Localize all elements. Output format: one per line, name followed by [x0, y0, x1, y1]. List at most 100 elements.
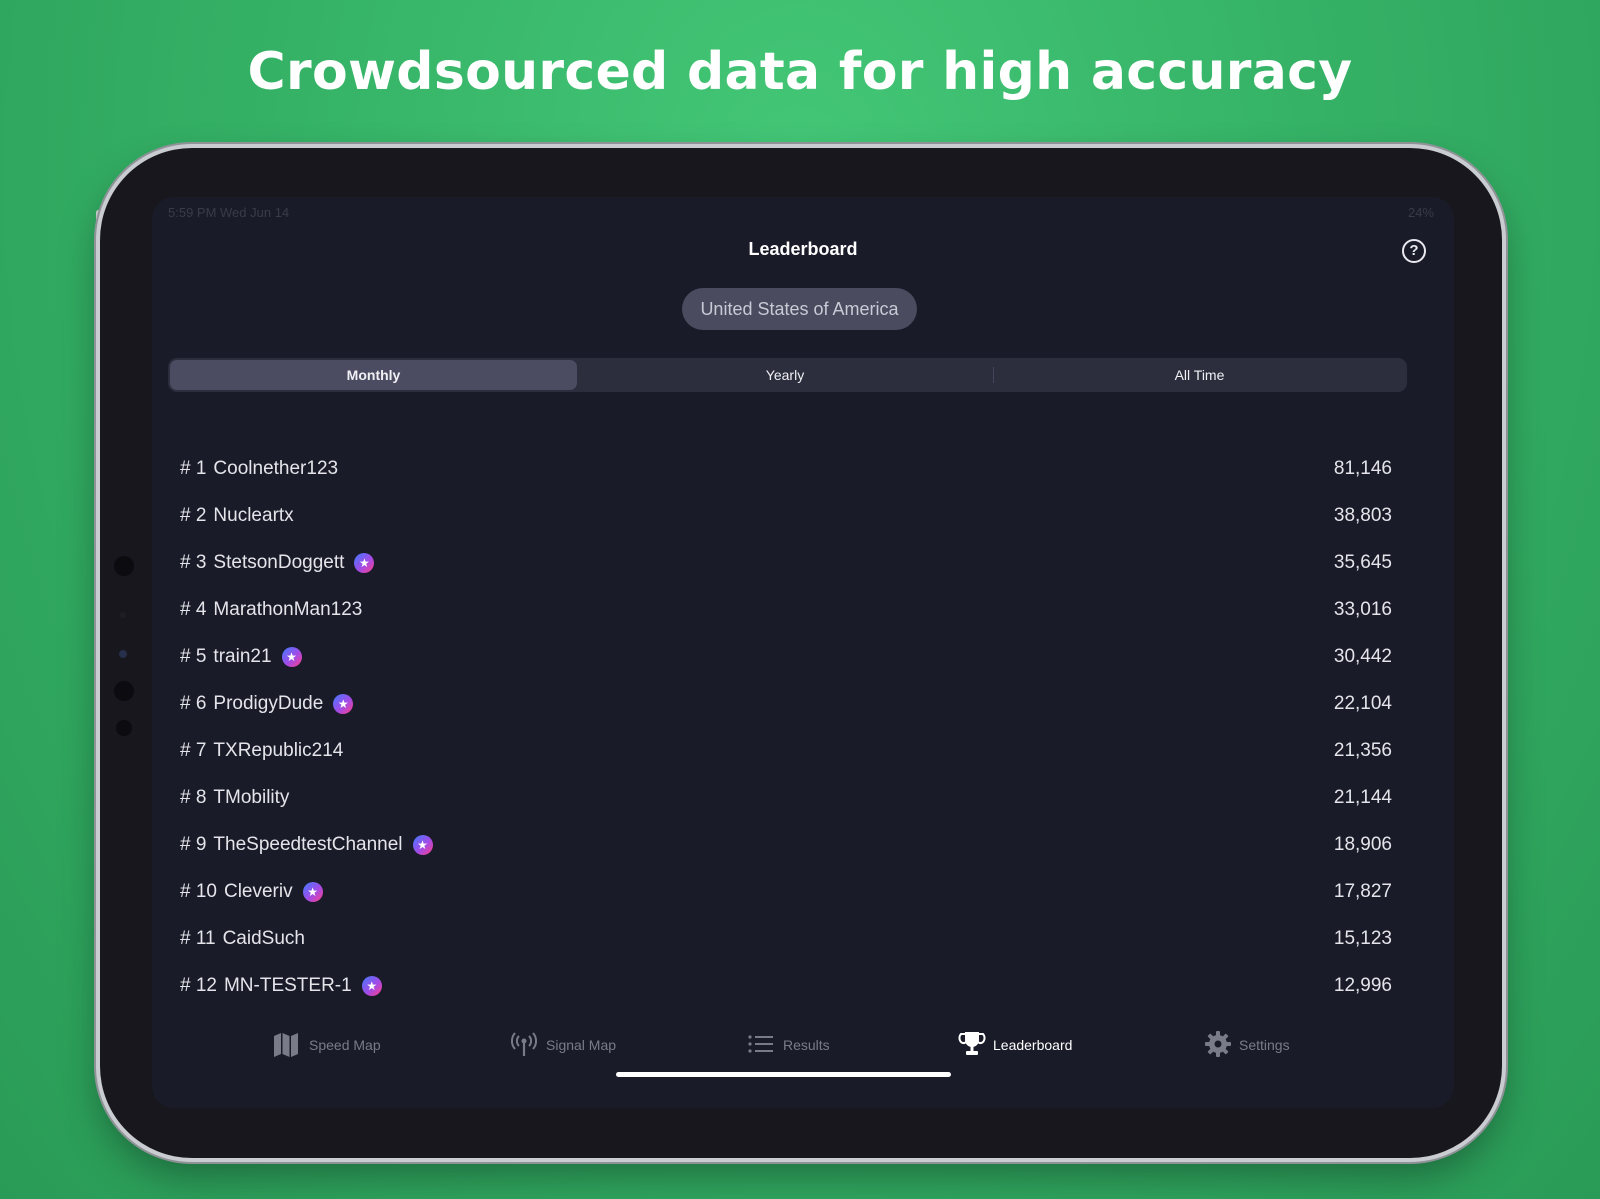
score: 22,104 [1333, 693, 1392, 714]
score: 81,146 [1333, 458, 1392, 479]
tab-label: Signal Map [546, 1037, 617, 1053]
leaderboard-row[interactable]: # 8 TMobility 21,144 [180, 776, 1392, 823]
map-icon [274, 1033, 298, 1057]
leaderboard-list: # 1 Coolnether123 81,146 # 2 Nucleartx 38,… [180, 447, 1392, 1011]
antenna-icon [511, 1032, 537, 1056]
score: 33,016 [1333, 599, 1392, 620]
star-badge-icon: ★ [302, 882, 323, 902]
tab-label: Results [783, 1037, 830, 1053]
rank-number: # 11 [180, 928, 216, 949]
period-segmented-control: Monthly Yearly All Time [168, 358, 1407, 392]
tab-speed-map[interactable]: Speed Map [272, 1030, 392, 1060]
rank-number: # 1 [180, 458, 207, 479]
camera-dot [114, 681, 134, 701]
leaderboard-row[interactable]: # 2 Nucleartx 38,803 [180, 494, 1392, 541]
username: MN-TESTER-1 [223, 975, 352, 996]
rank-number: # 7 [180, 740, 207, 761]
rank-and-user: # 12 MN-TESTER-1 ★ [180, 975, 382, 997]
username: StetsonDoggett [213, 552, 345, 573]
leaderboard-row[interactable]: # 5 train21 ★ 30,442 [180, 635, 1392, 682]
rank-number: # 3 [180, 552, 207, 573]
leaderboard-row[interactable]: # 12 MN-TESTER-1 ★ 12,996 [180, 964, 1392, 1011]
tab-bar: Speed Map Signal Map Results Leaderboard… [152, 1030, 1454, 1060]
rank-number: # 12 [180, 975, 217, 996]
star-badge-icon: ★ [281, 647, 302, 667]
rank-number: # 2 [180, 505, 207, 526]
rank-and-user: # 2 Nucleartx [180, 505, 294, 527]
tab-all-time[interactable]: All Time [994, 360, 1405, 390]
rank-and-user: # 7 TXRepublic214 [180, 740, 343, 762]
username: TXRepublic214 [213, 740, 344, 761]
rank-and-user: # 4 MarathonMan123 [180, 599, 362, 621]
rank-number: # 10 [180, 881, 217, 902]
score: 18,906 [1333, 834, 1392, 855]
star-badge-icon: ★ [412, 835, 433, 855]
headline: Crowdsourced data for high accuracy [247, 42, 1353, 102]
country-selector[interactable]: United States of America [682, 288, 917, 330]
status-bar: 5:59 PM Wed Jun 14 24% [168, 205, 1434, 221]
rank-and-user: # 6 ProdigyDude ★ [180, 693, 354, 715]
status-battery: 24% [1407, 205, 1434, 220]
tab-signal-map[interactable]: Signal Map [510, 1030, 630, 1060]
status-time: 5:59 PM Wed Jun 14 [168, 205, 290, 220]
username: Cleveriv [223, 881, 293, 902]
tab-label: Speed Map [309, 1037, 381, 1053]
username: train21 [213, 646, 272, 667]
score: 35,645 [1333, 552, 1392, 573]
tab-label: Leaderboard [993, 1037, 1073, 1053]
leaderboard-row[interactable]: # 3 StetsonDoggett ★ 35,645 [180, 541, 1392, 588]
score: 17,827 [1333, 881, 1392, 902]
star-badge-icon: ★ [361, 976, 382, 996]
tab-settings[interactable]: Settings [1204, 1030, 1304, 1060]
rank-number: # 9 [180, 834, 207, 855]
tab-leaderboard[interactable]: Leaderboard [958, 1030, 1088, 1060]
camera-dot [116, 720, 132, 736]
username: TheSpeedtestChannel [213, 834, 403, 855]
tab-monthly[interactable]: Monthly [170, 360, 577, 390]
username: MarathonMan123 [213, 599, 363, 620]
camera-dot [114, 556, 134, 576]
rank-and-user: # 9 TheSpeedtestChannel ★ [180, 834, 433, 856]
leaderboard-row[interactable]: # 7 TXRepublic214 21,356 [180, 729, 1392, 776]
tab-results[interactable]: Results [747, 1030, 847, 1060]
rank-number: # 5 [180, 646, 207, 667]
rank-and-user: # 10 Cleveriv ★ [180, 881, 323, 903]
rank-number: # 4 [180, 599, 207, 620]
trophy-icon [958, 1032, 986, 1055]
tab-yearly[interactable]: Yearly [578, 360, 992, 390]
leaderboard-row[interactable]: # 11 CaidSuch 15,123 [180, 917, 1392, 964]
sensor-dot [119, 650, 127, 658]
star-badge-icon: ★ [354, 553, 375, 573]
score: 38,803 [1333, 505, 1392, 526]
rank-and-user: # 1 Coolnether123 [180, 458, 338, 480]
score: 12,996 [1333, 975, 1392, 996]
page-title: Leaderboard [748, 239, 858, 259]
score: 15,123 [1333, 928, 1392, 949]
list-icon [748, 1035, 773, 1053]
gear-icon [1205, 1031, 1231, 1057]
app-screen: 5:59 PM Wed Jun 14 24% Leaderboard ? Uni… [152, 197, 1454, 1108]
rank-number: # 6 [180, 693, 207, 714]
leaderboard-row[interactable]: # 4 MarathonMan123 33,016 [180, 588, 1392, 635]
leaderboard-row[interactable]: # 9 TheSpeedtestChannel ★ 18,906 [180, 823, 1392, 870]
rank-and-user: # 8 TMobility [180, 787, 289, 809]
score: 21,356 [1333, 740, 1392, 761]
score: 30,442 [1333, 646, 1392, 667]
username: Nucleartx [213, 505, 294, 526]
rank-and-user: # 3 StetsonDoggett ★ [180, 552, 375, 574]
leaderboard-row[interactable]: # 10 Cleveriv ★ 17,827 [180, 870, 1392, 917]
username: ProdigyDude [213, 693, 324, 714]
score: 21,144 [1333, 787, 1392, 808]
tab-label: Settings [1239, 1037, 1290, 1053]
rank-number: # 8 [180, 787, 207, 808]
username: TMobility [213, 787, 290, 808]
rank-and-user: # 11 CaidSuch [180, 928, 305, 950]
username: Coolnether123 [213, 458, 339, 479]
home-indicator[interactable] [616, 1072, 951, 1077]
leaderboard-row[interactable]: # 1 Coolnether123 81,146 [180, 447, 1392, 494]
leaderboard-row[interactable]: # 6 ProdigyDude ★ 22,104 [180, 682, 1392, 729]
username: CaidSuch [222, 928, 305, 949]
sensor-dot [120, 612, 126, 618]
star-badge-icon: ★ [333, 694, 354, 714]
question-circle-icon[interactable]: ? [1402, 239, 1426, 263]
